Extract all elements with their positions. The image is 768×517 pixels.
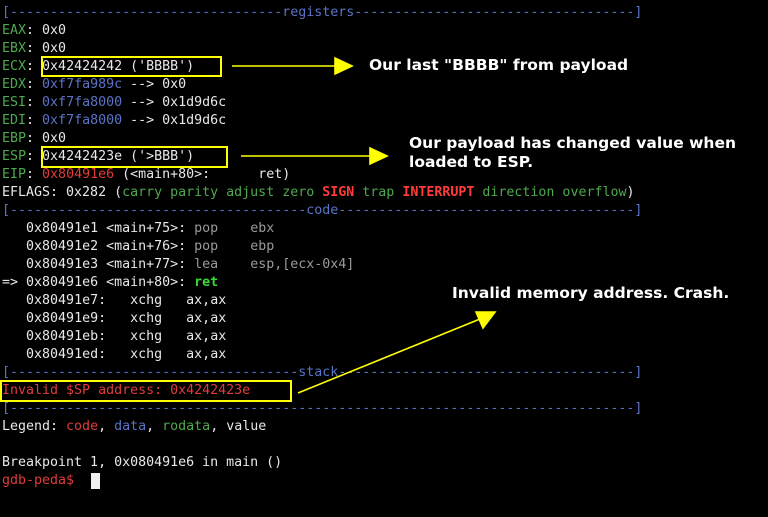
- esp-arrow-head: [369, 146, 389, 166]
- esp-annotation-line1: Our payload has changed value when: [409, 134, 736, 152]
- annotation-arrows: [232, 56, 497, 394]
- crash-annotation: Invalid memory address. Crash.: [452, 284, 730, 302]
- crash-arrow-head: [474, 311, 497, 330]
- esp-annotation-line2: loaded to ESP.: [409, 153, 534, 171]
- ecx-arrow-head: [334, 56, 354, 76]
- ecx-annotation: Our last "BBBB" from payload: [369, 56, 629, 74]
- crash-arrow-line: [297, 318, 481, 394]
